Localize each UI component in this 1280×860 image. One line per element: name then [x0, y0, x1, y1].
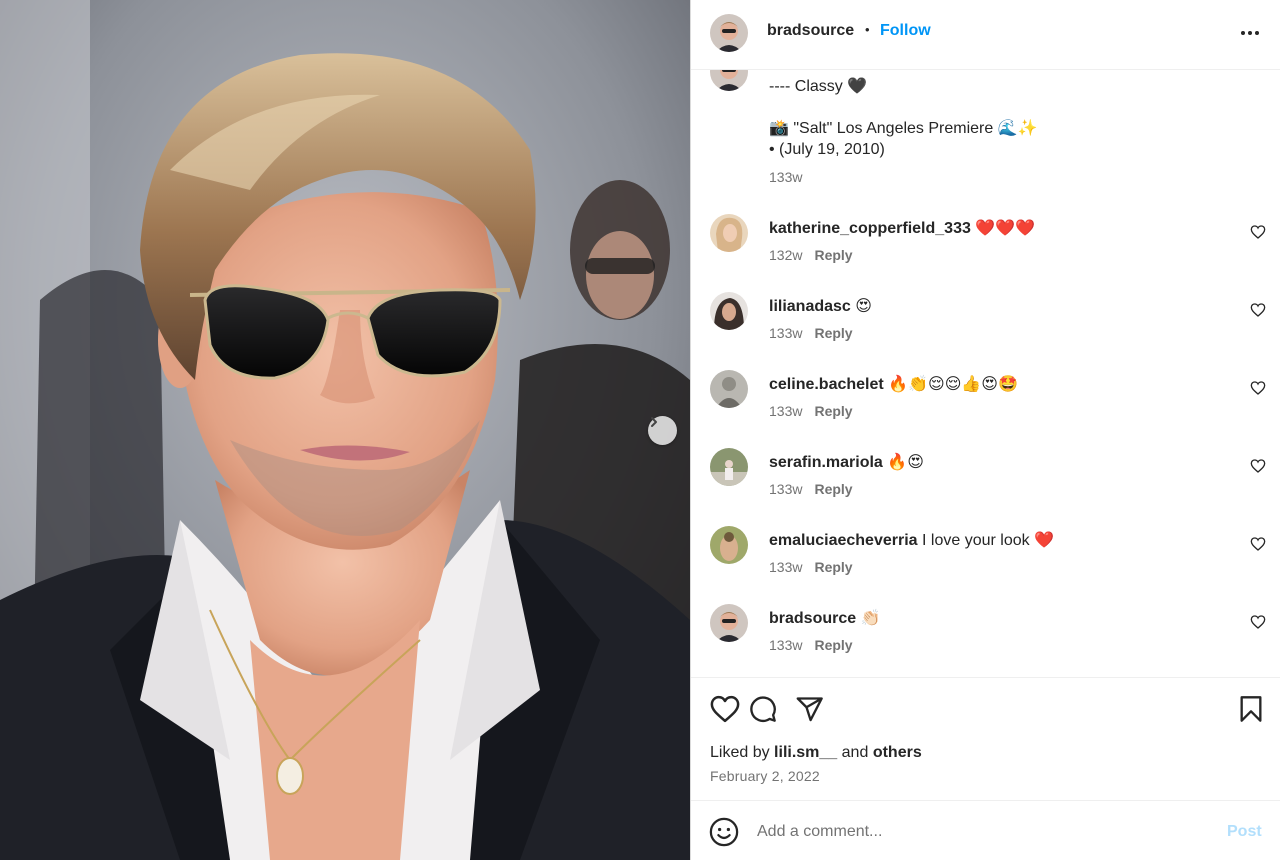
comment-text: katherine_copperfield_333 ❤️❤️❤️ — [769, 218, 1035, 238]
comment-row: celine.bachelet 🔥👏😌😌👍😍🤩 133w Reply — [691, 370, 1280, 430]
commenter-avatar[interactable] — [710, 370, 748, 408]
comment-meta: 133w Reply — [769, 637, 853, 653]
more-horizontal-icon — [1241, 31, 1259, 35]
post-header: bradsource • Follow — [691, 0, 1280, 70]
comment-time[interactable]: 133w — [769, 637, 802, 653]
comments-list[interactable]: ---- Classy 🖤 📸 "Salt" Los Angeles Premi… — [691, 70, 1280, 677]
post-actions: Liked by lili.sm__ and others February 2… — [691, 677, 1280, 800]
avatar-image — [710, 370, 748, 408]
like-comment-heart-icon[interactable] — [1250, 224, 1266, 240]
avatar-image — [710, 526, 748, 564]
like-comment-heart-icon[interactable] — [1250, 302, 1266, 318]
comment-composer: Post — [691, 800, 1280, 860]
like-comment-heart-icon[interactable] — [1250, 380, 1266, 396]
post-date[interactable]: February 2, 2022 — [710, 768, 820, 784]
comment-username[interactable]: bradsource — [769, 610, 856, 627]
comment-text: celine.bachelet 🔥👏😌😌👍😍🤩 — [769, 374, 1018, 394]
comment-body: I love your look ❤️ — [922, 532, 1054, 549]
commenter-avatar[interactable] — [710, 214, 748, 252]
comment-meta: 133w Reply — [769, 481, 853, 497]
avatar-image — [710, 448, 748, 486]
liked-and: and — [841, 744, 869, 761]
avatar-image — [710, 604, 748, 642]
reply-button[interactable]: Reply — [814, 637, 852, 653]
post-photo[interactable] — [0, 0, 690, 860]
heart-icon — [710, 695, 740, 723]
commenter-avatar[interactable] — [710, 604, 748, 642]
like-button[interactable] — [709, 693, 741, 725]
more-options-button[interactable] — [1237, 20, 1263, 46]
comment-text: bradsource 👏🏻 — [769, 608, 881, 628]
next-photo-button[interactable] — [648, 416, 677, 445]
liked-by-user[interactable]: lili.sm__ — [774, 744, 837, 761]
post-comment-button[interactable]: Post — [1227, 823, 1262, 841]
comment-username[interactable]: lilianadasc — [769, 298, 851, 315]
reply-button[interactable]: Reply — [814, 403, 852, 419]
like-comment-heart-icon[interactable] — [1250, 614, 1266, 630]
liked-others-link[interactable]: others — [873, 744, 922, 761]
bookmark-icon — [1240, 696, 1262, 722]
commenter-avatar[interactable] — [710, 526, 748, 564]
liked-prefix: Liked by — [710, 744, 770, 761]
comment-row: lilianadasc 😍 133w Reply — [691, 292, 1280, 352]
smiley-icon[interactable] — [709, 817, 739, 847]
comment-meta: 132w Reply — [769, 247, 853, 263]
comment-time[interactable]: 133w — [769, 481, 802, 497]
reply-button[interactable]: Reply — [814, 247, 852, 263]
commenter-avatar[interactable] — [710, 448, 748, 486]
comment-body: 😍 — [855, 298, 872, 315]
comment-row: serafin.mariola 🔥😍 133w Reply — [691, 448, 1280, 508]
comment-meta: 133w Reply — [769, 325, 853, 341]
like-comment-heart-icon[interactable] — [1250, 458, 1266, 474]
author-avatar[interactable] — [710, 14, 748, 52]
comment-row: emaluciaecheverria I love your look ❤️ 1… — [691, 526, 1280, 586]
post-dialog: bradsource • Follow ---- Classy 🖤 📸 "Sal… — [0, 0, 1280, 860]
comment-time[interactable]: 133w — [769, 559, 802, 575]
comment-button[interactable] — [747, 693, 779, 725]
comment-icon — [750, 696, 776, 722]
comment-body: 🔥😍 — [887, 454, 924, 471]
comment-row: katherine_copperfield_333 ❤️❤️❤️ 132w Rep… — [691, 214, 1280, 274]
comment-username[interactable]: katherine_copperfield_333 — [769, 220, 971, 237]
comment-text: emaluciaecheverria I love your look ❤️ — [769, 530, 1054, 550]
likes-summary: Liked by lili.sm__ and others — [710, 744, 922, 762]
follow-button[interactable]: Follow — [880, 22, 931, 40]
like-comment-heart-icon[interactable] — [1250, 536, 1266, 552]
comment-input[interactable] — [757, 819, 1197, 845]
comment-text: lilianadasc 😍 — [769, 296, 872, 316]
post-caption: ---- Classy 🖤 📸 "Salt" Los Angeles Premi… — [769, 78, 1038, 158]
photo-illustration — [0, 0, 690, 860]
avatar-image — [710, 14, 748, 52]
header-separator: • — [865, 22, 870, 37]
comment-text: serafin.mariola 🔥😍 — [769, 452, 924, 472]
reply-button[interactable]: Reply — [814, 325, 852, 341]
comment-body: 🔥👏😌😌👍😍🤩 — [888, 376, 1018, 393]
avatar-image — [710, 214, 748, 252]
comment-time[interactable]: 133w — [769, 325, 802, 341]
comment-username[interactable]: emaluciaecheverria — [769, 532, 918, 549]
comment-body: ❤️❤️❤️ — [975, 220, 1036, 237]
comment-body: 👏🏻 — [860, 610, 881, 627]
caption-timestamp[interactable]: 133w — [769, 169, 802, 185]
comment-username[interactable]: celine.bachelet — [769, 376, 884, 393]
comment-time[interactable]: 133w — [769, 403, 802, 419]
avatar-image — [710, 70, 748, 91]
reply-button[interactable]: Reply — [814, 559, 852, 575]
comment-row: bradsource 👏🏻 133w Reply — [691, 604, 1280, 664]
chevron-right-icon — [651, 417, 657, 427]
comment-meta: 133w Reply — [769, 559, 853, 575]
author-username[interactable]: bradsource — [767, 22, 854, 40]
caption-author-avatar[interactable] — [710, 70, 748, 91]
comment-username[interactable]: serafin.mariola — [769, 454, 883, 471]
avatar-image — [710, 292, 748, 330]
save-button[interactable] — [1235, 693, 1267, 725]
comment-time[interactable]: 132w — [769, 247, 802, 263]
post-details-panel: bradsource • Follow ---- Classy 🖤 📸 "Sal… — [690, 0, 1280, 860]
send-icon — [796, 697, 823, 722]
commenter-avatar[interactable] — [710, 292, 748, 330]
reply-button[interactable]: Reply — [814, 481, 852, 497]
comment-meta: 133w Reply — [769, 403, 853, 419]
share-button[interactable] — [794, 693, 826, 725]
